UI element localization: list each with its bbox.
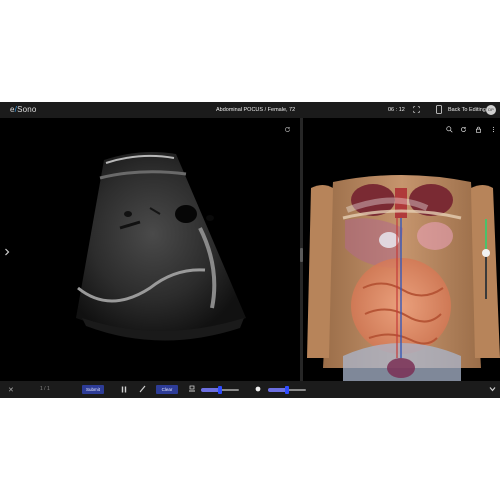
pen-icon[interactable] (139, 385, 146, 393)
slider-knob[interactable] (285, 386, 289, 394)
phone-icon[interactable] (436, 105, 442, 114)
clear-button[interactable]: Clear (156, 385, 178, 394)
zoom-icon[interactable] (446, 126, 453, 133)
more-icon[interactable] (490, 126, 497, 133)
close-button[interactable]: ✕ (8, 386, 14, 394)
top-bar: e/Sono Abdominal POCUS / Female, 72 06 :… (0, 102, 500, 118)
ultrasound-image (76, 152, 246, 341)
anatomy-model (307, 175, 500, 381)
slider-fill (485, 219, 487, 253)
lock-icon[interactable] (475, 126, 482, 133)
submit-button[interactable]: Submit (82, 385, 104, 394)
reset-icon[interactable] (460, 126, 467, 133)
anatomy-opacity-slider[interactable] (482, 219, 490, 299)
gain-slider[interactable] (201, 386, 239, 394)
bottom-bar: ✕ 1 / 1 Submit Clear (0, 381, 500, 398)
slider-knob[interactable] (482, 248, 490, 257)
avatar[interactable]: DP (486, 105, 496, 115)
case-title: Abdominal POCUS / Female, 72 (216, 107, 296, 113)
back-to-editing-button[interactable]: Back To Editing (448, 107, 486, 113)
brightness-icon (255, 386, 261, 392)
app-logo: e/Sono (10, 105, 37, 114)
slider-knob[interactable] (218, 386, 222, 394)
depth-slider[interactable] (268, 386, 306, 394)
refresh-icon[interactable] (284, 126, 291, 133)
app-window: e/Sono Abdominal POCUS / Female, 72 06 :… (0, 102, 500, 398)
chevron-right-icon[interactable] (4, 248, 10, 256)
session-timer: 06 : 12 (388, 107, 405, 113)
chevron-down-icon[interactable] (489, 386, 496, 392)
probe-icon[interactable] (188, 385, 196, 393)
ultrasound-panel[interactable] (0, 118, 300, 381)
fullscreen-icon[interactable] (413, 106, 420, 113)
page-indicator: 1 / 1 (40, 386, 50, 392)
pause-icon[interactable] (121, 386, 127, 393)
anatomy-panel[interactable] (303, 118, 500, 381)
